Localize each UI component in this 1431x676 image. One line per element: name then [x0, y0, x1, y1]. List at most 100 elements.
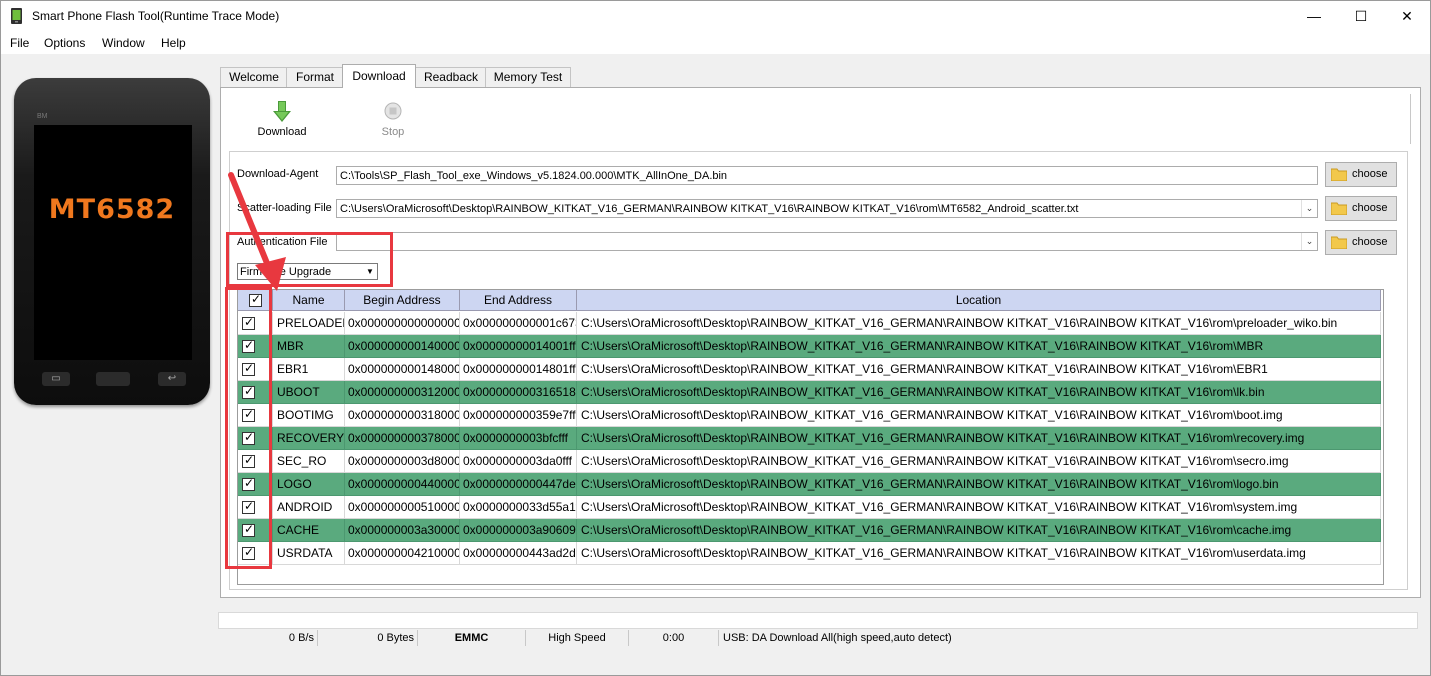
menu-file[interactable]: File	[10, 36, 29, 50]
cell-begin: 0x0000000003d80000	[345, 450, 460, 473]
table-row[interactable]: ✓ PRELOADER 0x0000000000000000 0x0000000000…	[238, 312, 1381, 335]
phone-illustration: BM MT6582 ▭ ↩	[14, 78, 210, 405]
tab-memory-test[interactable]: Memory Test	[485, 67, 571, 87]
download-button[interactable]: Download	[252, 94, 312, 142]
status-mode: High Speed	[526, 630, 629, 646]
cell-end: 0x0000000003bfcfff	[460, 427, 577, 450]
cell-end: 0x0000000003165183	[460, 381, 577, 404]
cell-begin: 0x0000000005100000	[345, 496, 460, 519]
table-row[interactable]: ✓ EBR1 0x0000000001480000 0x00000000014801f…	[238, 358, 1381, 381]
table-row[interactable]: ✓ UBOOT 0x0000000003120000 0x00000000031651…	[238, 381, 1381, 404]
table-row[interactable]: ✓ MBR 0x0000000001400000 0x00000000014001ff…	[238, 335, 1381, 358]
minimize-button[interactable]: —	[1291, 1, 1337, 32]
scatter-file-value: C:\Users\OraMicrosoft\Desktop\RAINBOW_KI…	[340, 203, 1079, 215]
toolbar: Download Stop	[230, 94, 1411, 144]
partition-table: ✓ Name Begin Address End Address Locatio…	[237, 289, 1384, 585]
table-row[interactable]: ✓ RECOVERY 0x0000000003780000 0x0000000003b…	[238, 427, 1381, 450]
table-row[interactable]: ✓ ANDROID 0x0000000005100000 0x0000000033d5…	[238, 496, 1381, 519]
status-usb: USB: DA Download All(high speed,auto det…	[723, 632, 952, 644]
cell-end: 0x000000000359e7ff	[460, 404, 577, 427]
tab-readback[interactable]: Readback	[415, 67, 487, 87]
cell-begin: 0x000000003a300000	[345, 519, 460, 542]
cell-location: C:\Users\OraMicrosoft\Desktop\RAINBOW_KI…	[577, 542, 1381, 565]
app-icon	[11, 8, 22, 24]
chevron-down-icon[interactable]: ⌄	[1301, 200, 1317, 217]
menu-help[interactable]: Help	[161, 36, 186, 50]
folder-icon	[1331, 236, 1347, 249]
stop-label: Stop	[381, 126, 405, 138]
scatter-file-combo[interactable]: C:\Users\OraMicrosoft\Desktop\RAINBOW_KI…	[336, 199, 1318, 218]
home-key-icon	[96, 372, 130, 386]
cell-name: BOOTIMG	[273, 404, 345, 427]
cell-begin: 0x0000000003120000	[345, 381, 460, 404]
cell-begin: 0x0000000001400000	[345, 335, 460, 358]
cell-location: C:\Users\OraMicrosoft\Desktop\RAINBOW_KI…	[577, 519, 1381, 542]
maximize-button[interactable]: ☐	[1338, 1, 1384, 32]
menu-options[interactable]: Options	[44, 36, 85, 50]
download-agent-choose-button[interactable]: choose	[1325, 162, 1397, 187]
auth-file-combo[interactable]: ⌄	[336, 232, 1318, 251]
cell-end: 0x00000000014801ff	[460, 358, 577, 381]
choose-label: choose	[1352, 168, 1388, 180]
download-label: Download	[257, 126, 307, 138]
status-bar: 0 B/s 0 Bytes EMMC High Speed 0:00 USB: …	[218, 630, 1420, 646]
download-arrow-icon	[273, 101, 291, 122]
cell-begin: 0x0000000003180000	[345, 404, 460, 427]
scatter-file-choose-button[interactable]: choose	[1325, 196, 1397, 221]
table-row[interactable]: ✓ USRDATA 0x0000000042100000 0x00000000443a…	[238, 542, 1381, 565]
download-agent-input[interactable]: C:\Tools\SP_Flash_Tool_exe_Windows_v5.18…	[336, 166, 1318, 185]
tab-welcome[interactable]: Welcome	[220, 67, 288, 87]
cell-location: C:\Users\OraMicrosoft\Desktop\RAINBOW_KI…	[577, 358, 1381, 381]
tab-download[interactable]: Download	[342, 64, 416, 88]
column-header-location: Location	[577, 290, 1381, 311]
cell-end: 0x00000000443ad2d3	[460, 542, 577, 565]
title-bar: Smart Phone Flash Tool(Runtime Trace Mod…	[1, 1, 1430, 32]
table-row[interactable]: ✓ BOOTIMG 0x0000000003180000 0x000000000359…	[238, 404, 1381, 427]
cell-begin: 0x0000000004400000	[345, 473, 460, 496]
table-row[interactable]: ✓ CACHE 0x000000003a300000 0x000000003a9060…	[238, 519, 1381, 542]
cell-end: 0x000000000001c673	[460, 312, 577, 335]
cell-name: EBR1	[273, 358, 345, 381]
column-header-end-address: End Address	[460, 290, 577, 311]
cell-name: USRDATA	[273, 542, 345, 565]
window-title: Smart Phone Flash Tool(Runtime Trace Mod…	[32, 9, 280, 23]
table-row[interactable]: ✓ LOGO 0x0000000004400000 0x0000000000447de…	[238, 473, 1381, 496]
cell-name: SEC_RO	[273, 450, 345, 473]
status-storage: EMMC	[418, 630, 526, 646]
cell-name: ANDROID	[273, 496, 345, 519]
cell-begin: 0x0000000000000000	[345, 312, 460, 335]
status-time: 0:00	[629, 630, 719, 646]
cell-name: RECOVERY	[273, 427, 345, 450]
table-row[interactable]: ✓ SEC_RO 0x0000000003d80000 0x0000000003da0…	[238, 450, 1381, 473]
progress-bar	[218, 612, 1418, 629]
cell-name: MBR	[273, 335, 345, 358]
cell-location: C:\Users\OraMicrosoft\Desktop\RAINBOW_KI…	[577, 404, 1381, 427]
menu-window[interactable]: Window	[102, 36, 145, 50]
cell-location: C:\Users\OraMicrosoft\Desktop\RAINBOW_KI…	[577, 312, 1381, 335]
choose-label: choose	[1352, 202, 1388, 214]
cell-location: C:\Users\OraMicrosoft\Desktop\RAINBOW_KI…	[577, 427, 1381, 450]
cell-location: C:\Users\OraMicrosoft\Desktop\RAINBOW_KI…	[577, 335, 1381, 358]
status-bytes: 0 Bytes	[318, 630, 418, 646]
chip-label: MT6582	[48, 194, 176, 225]
cell-location: C:\Users\OraMicrosoft\Desktop\RAINBOW_KI…	[577, 473, 1381, 496]
chevron-down-icon[interactable]: ⌄	[1301, 233, 1317, 250]
column-header-begin-address: Begin Address	[345, 290, 460, 311]
choose-label: choose	[1352, 236, 1388, 248]
close-button[interactable]: ✕	[1384, 1, 1430, 32]
back-key-icon: ↩	[158, 372, 186, 386]
auth-file-choose-button[interactable]: choose	[1325, 230, 1397, 255]
annotation-box-checkboxes	[225, 287, 272, 569]
tab-format[interactable]: Format	[286, 67, 344, 87]
status-speed: 0 B/s	[218, 630, 318, 646]
cell-end: 0x0000000003da0fff	[460, 450, 577, 473]
cell-begin: 0x0000000003780000	[345, 427, 460, 450]
menu-key-icon: ▭	[42, 372, 70, 386]
app-window: Smart Phone Flash Tool(Runtime Trace Mod…	[0, 0, 1431, 676]
stop-icon	[384, 102, 402, 120]
cell-begin: 0x0000000042100000	[345, 542, 460, 565]
menu-bar: File Options Window Help	[1, 32, 1430, 54]
folder-icon	[1331, 168, 1347, 181]
stop-button[interactable]: Stop	[363, 94, 423, 142]
cell-end: 0x0000000000447de5f	[460, 473, 577, 496]
